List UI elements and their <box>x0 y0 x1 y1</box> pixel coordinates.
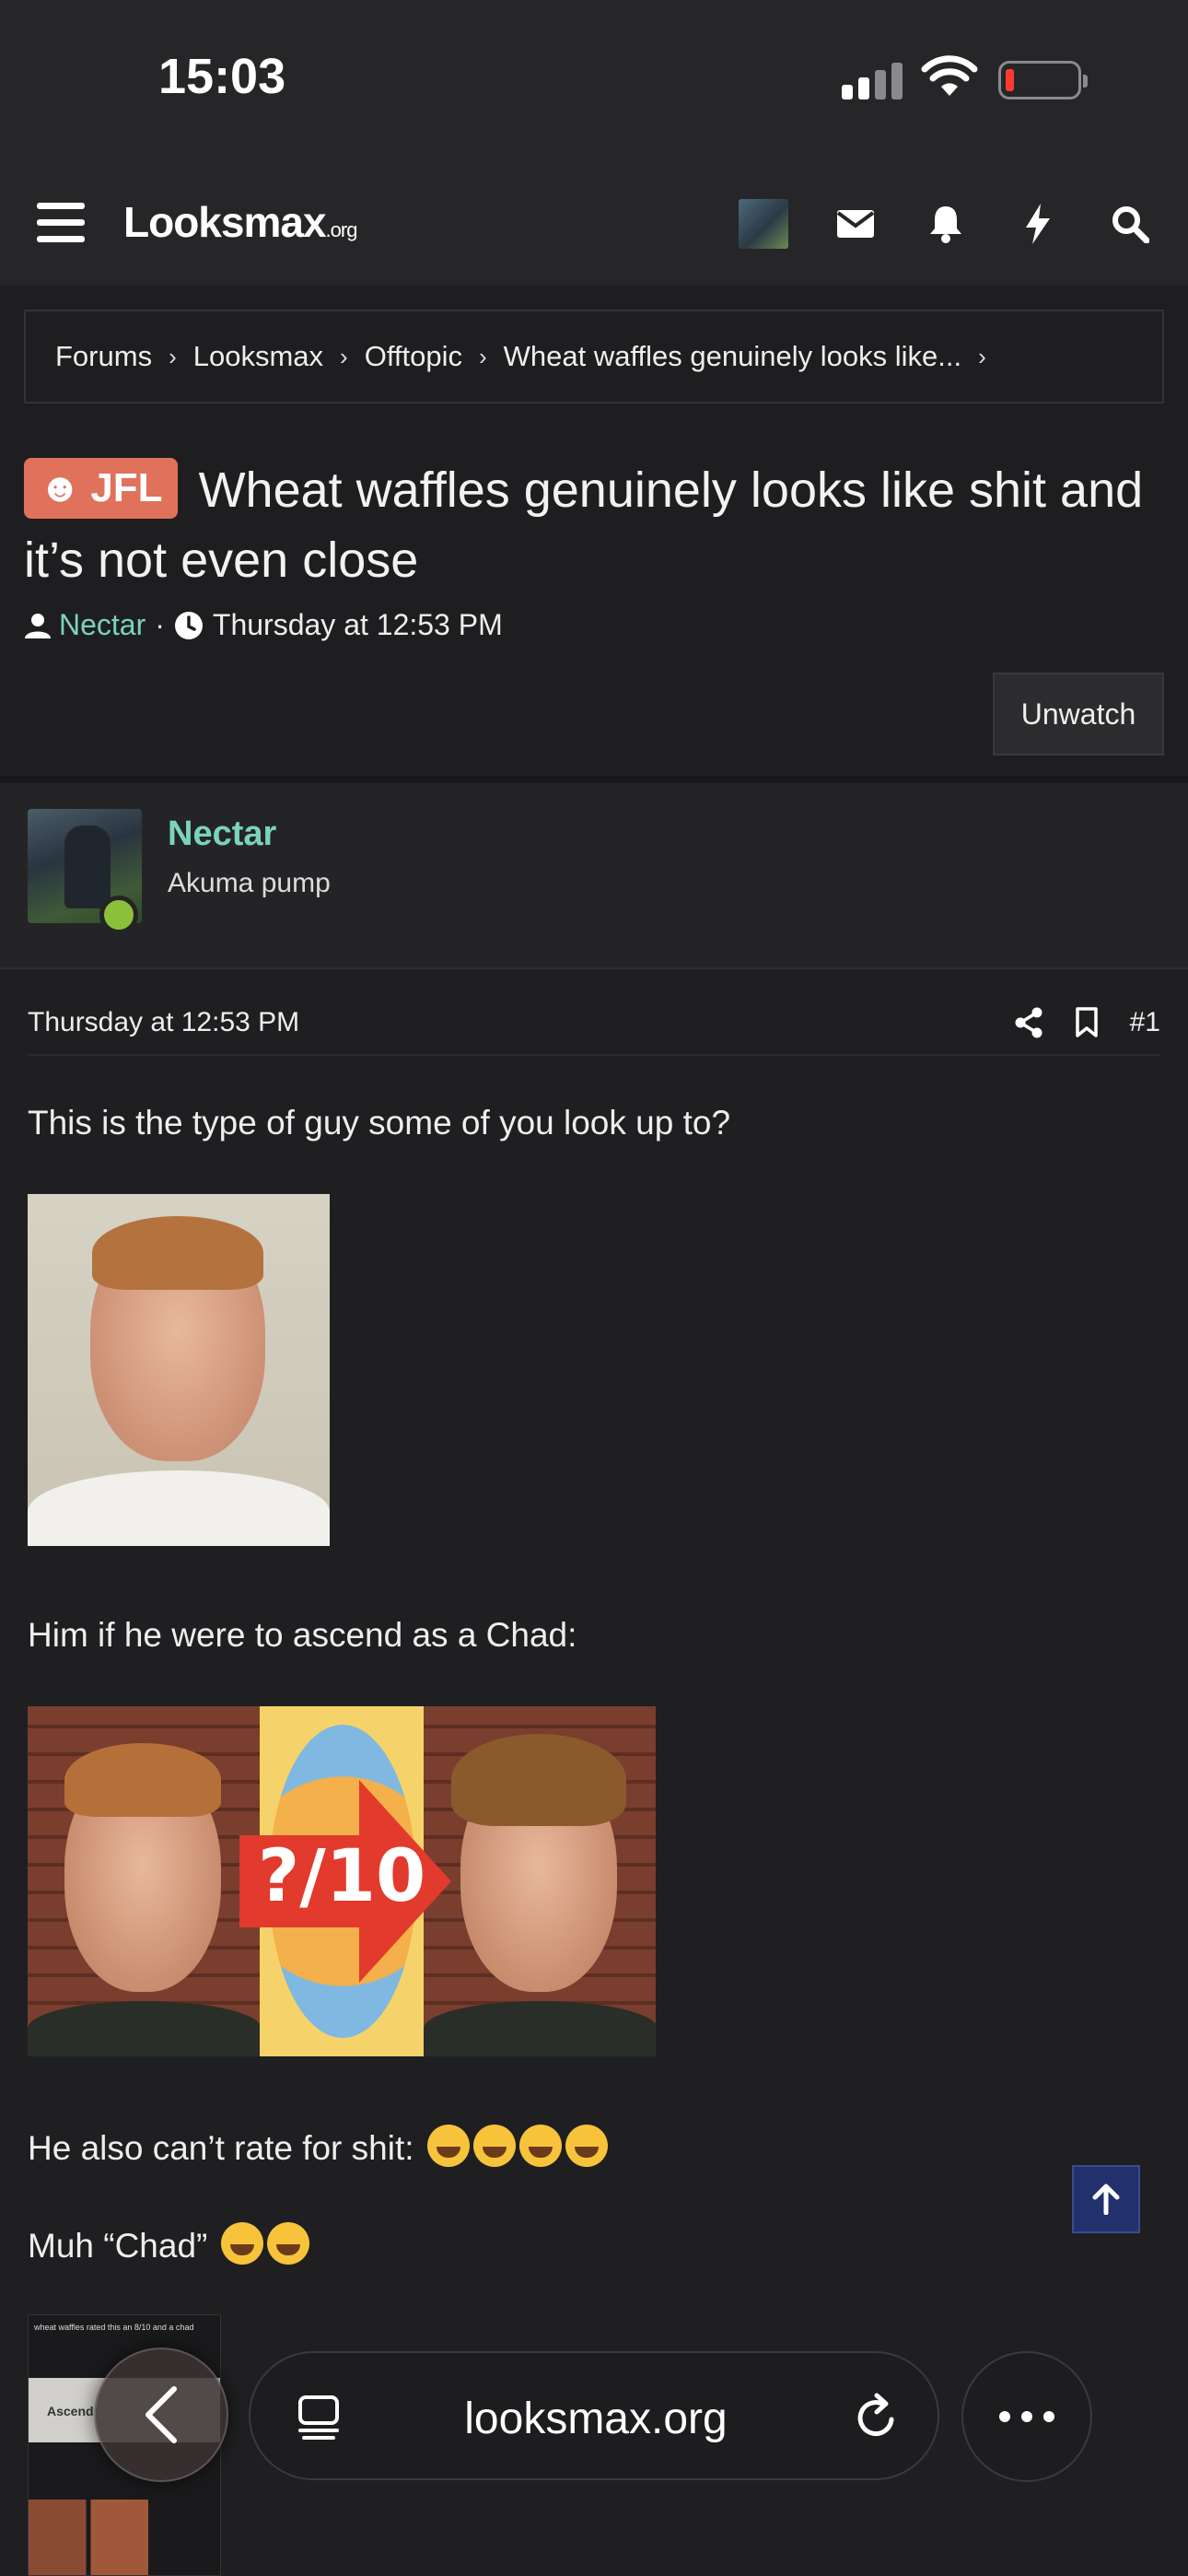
thread-title-text: Wheat waffles genuinely looks like shit … <box>24 463 1144 588</box>
post-paragraph-with-emoji: Muh “Chad” <box>28 2222 309 2266</box>
bookmark-icon[interactable] <box>1075 1007 1099 1038</box>
clock-icon <box>174 611 203 639</box>
reload-icon[interactable] <box>851 2392 903 2443</box>
chevron-right-icon: › <box>340 342 348 370</box>
site-logo[interactable]: Looksmax.org <box>123 197 357 247</box>
user-icon <box>25 613 51 638</box>
rofl-emoji-icon <box>220 2222 263 2265</box>
rofl-emoji-icon <box>266 2222 309 2265</box>
search-icon[interactable] <box>1105 199 1155 249</box>
laugh-icon: ☻ <box>39 465 82 510</box>
crying-laughing-emoji-icon <box>426 2125 470 2167</box>
site-header: Looksmax.org <box>0 166 1188 286</box>
thread-date[interactable]: Thursday at 12:53 PM <box>213 608 503 642</box>
crying-laughing-emoji-icon <box>565 2125 608 2167</box>
arrow-up-icon <box>1092 2184 1120 2215</box>
thumb-label: Ascend <box>47 2404 94 2418</box>
breadcrumb-item-offtopic[interactable]: Offtopic <box>365 340 462 373</box>
post-user-title: Akuma pump <box>168 868 331 898</box>
menu-icon[interactable] <box>37 203 85 243</box>
post-paragraph-with-emoji: He also can’t rate for shit: <box>28 2125 608 2168</box>
address-bar[interactable]: looksmax.org <box>249 2351 939 2480</box>
post-image-comparison[interactable]: ?/10 <box>28 1706 656 2056</box>
online-status-indicator <box>99 896 138 934</box>
meta-separator: · <box>155 608 165 641</box>
post-meta-row: Thursday at 12:53 PM #1 <box>28 1001 1160 1056</box>
chevron-right-icon: › <box>478 342 487 370</box>
thread-author-link[interactable]: Nectar <box>59 608 146 642</box>
crying-laughing-emoji-icon <box>472 2125 516 2167</box>
breadcrumb-item-forums[interactable]: Forums <box>55 340 152 373</box>
thread-meta: Nectar · Thursday at 12:53 PM <box>24 608 503 642</box>
scroll-to-top-button[interactable] <box>1072 2165 1140 2233</box>
post-date[interactable]: Thursday at 12:53 PM <box>28 1007 299 1038</box>
prefix-badge[interactable]: ☻ JFL <box>24 458 178 519</box>
breadcrumb-item-looksmax[interactable]: Looksmax <box>193 340 323 373</box>
rating-overlay-text: ?/10 <box>258 1835 426 1918</box>
bell-icon[interactable] <box>921 199 971 249</box>
crying-laughing-emoji-icon <box>518 2125 562 2167</box>
post-body: Thursday at 12:53 PM #1 This is the type… <box>0 969 1188 2576</box>
chevron-left-icon <box>146 2386 177 2443</box>
chevron-right-icon: › <box>978 342 986 370</box>
battery-icon <box>998 61 1088 100</box>
thumb-caption: wheat waffles rated this an 8/10 and a c… <box>34 2323 194 2332</box>
url-text[interactable]: looksmax.org <box>250 2394 941 2444</box>
wifi-icon <box>921 55 978 96</box>
post-image-face[interactable] <box>28 1194 330 1546</box>
status-time: 15:03 <box>158 49 286 104</box>
unwatch-button[interactable]: Unwatch <box>993 673 1164 755</box>
post-author-name[interactable]: Nectar <box>168 814 276 854</box>
divider <box>0 776 1188 783</box>
post-paragraph: Him if he were to ascend as a Chad: <box>28 1616 577 1654</box>
status-bar: 15:03 <box>0 0 1188 166</box>
thread-title: ☻ JFL Wheat waffles genuinely looks like … <box>24 455 1166 595</box>
chevron-right-icon: › <box>169 342 177 370</box>
post-number-link[interactable]: #1 <box>1130 1007 1160 1038</box>
more-options-button[interactable] <box>961 2351 1092 2482</box>
breadcrumb-item-thread[interactable]: Wheat waffles genuinely looks like... <box>504 340 961 373</box>
share-icon[interactable] <box>1014 1007 1043 1038</box>
mail-icon[interactable] <box>831 199 880 249</box>
post-paragraph: This is the type of guy some of you look… <box>28 1104 731 1142</box>
cellular-signal-icon <box>842 61 906 100</box>
breadcrumb: Forums › Looksmax › Offtopic › Wheat waf… <box>24 310 1164 404</box>
user-avatar[interactable] <box>739 199 788 249</box>
browser-back-button[interactable] <box>94 2348 228 2482</box>
lightning-icon[interactable] <box>1013 199 1063 249</box>
post-user-header: Nectar Akuma pump <box>0 783 1188 969</box>
